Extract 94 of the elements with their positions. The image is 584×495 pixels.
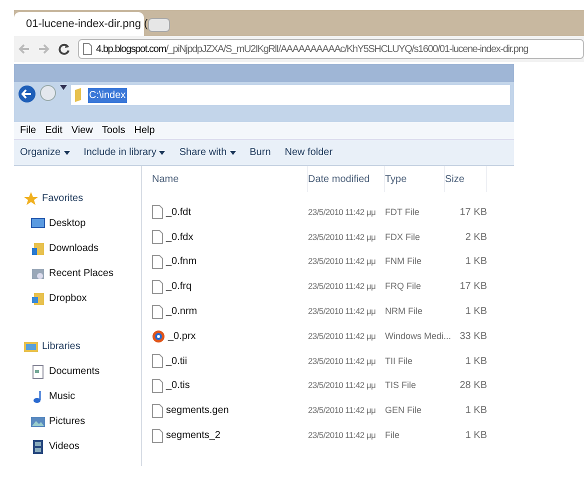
reload-icon[interactable] xyxy=(58,43,70,55)
file-name[interactable]: _0.prx xyxy=(168,328,196,344)
file-size: 1 KB xyxy=(465,255,487,270)
address-text: C:\index xyxy=(88,88,127,102)
column-header[interactable]: Type xyxy=(385,172,407,186)
file-icon xyxy=(152,378,163,393)
file-name[interactable]: _0.frq xyxy=(166,279,192,294)
file-size: 2 KB xyxy=(465,230,487,245)
url-field[interactable]: 4.bp.blogspot.com/_piNjpdpJZXA/S_mU2IKgRlI/AAAAAAAAAAc/KhY5SHCLUYQ/s1600/01-lucene-index-dir.png xyxy=(78,39,584,59)
file-size: 1 KB xyxy=(465,354,487,369)
caret-icon[interactable] xyxy=(60,85,67,90)
date-modified: 23/5/2010 11:42 μμ xyxy=(308,380,376,390)
file-type: File xyxy=(385,430,400,440)
file-icon xyxy=(152,404,163,418)
file-size: 28 KB xyxy=(460,379,487,394)
date-modified: 23/5/2010 11:42 μμ xyxy=(308,405,376,416)
videos-icon xyxy=(31,440,45,454)
sidebar-item[interactable]: Music xyxy=(49,389,76,404)
file-type: FDX File xyxy=(385,232,420,242)
sidebar-item[interactable]: Dropbox xyxy=(49,291,87,306)
file-size: 1 KB xyxy=(465,305,487,320)
sidebar-group[interactable]: Libraries xyxy=(42,339,80,354)
sidebar-item[interactable]: Documents xyxy=(49,364,100,379)
file-icon xyxy=(152,428,163,443)
file-icon xyxy=(152,254,163,269)
toolbar-button[interactable]: Share with xyxy=(179,145,236,160)
new-tab-button[interactable] xyxy=(148,18,170,32)
date-modified: 23/5/2010 11:42 μμ xyxy=(308,356,376,366)
file-type: GEN File xyxy=(385,405,422,416)
forward-arrow-icon[interactable] xyxy=(38,43,50,55)
file-name[interactable]: segments_2 xyxy=(166,428,220,444)
file-name[interactable]: _0.nrm xyxy=(166,304,198,320)
menu-item[interactable]: File xyxy=(20,123,36,138)
pictures-icon xyxy=(31,414,45,428)
sidebar-item[interactable]: Desktop xyxy=(49,216,86,231)
desktop-icon xyxy=(31,216,45,230)
date-modified: 23/5/2010 11:42 μμ xyxy=(308,306,376,316)
file-type: FDT File xyxy=(385,206,420,217)
address-field[interactable]: C:\index xyxy=(71,85,510,105)
file-size: 1 KB xyxy=(465,429,487,444)
sidebar-group[interactable]: Favorites xyxy=(42,191,84,206)
column-header[interactable]: Name xyxy=(152,172,179,186)
menu-item[interactable]: Edit xyxy=(45,123,62,138)
file-size: 33 KB xyxy=(460,330,487,344)
star-icon xyxy=(24,192,38,206)
date-modified: 23/5/2010 11:42 μμ xyxy=(308,256,376,266)
toolbar-button[interactable]: Burn xyxy=(250,145,271,160)
date-modified: 23/5/2010 11:42 μμ xyxy=(308,430,376,440)
libraries-icon xyxy=(24,340,38,354)
file-type: TIS File xyxy=(385,380,416,390)
menu-item[interactable]: Tools xyxy=(102,123,126,138)
file-icon xyxy=(152,354,163,368)
sidebar-item[interactable]: Videos xyxy=(49,439,80,454)
file-name[interactable]: _0.tis xyxy=(166,378,190,394)
date-modified: 23/5/2010 11:42 μμ xyxy=(308,330,376,341)
file-name[interactable]: _0.fdx xyxy=(166,230,194,245)
sidebar-item[interactable]: Pictures xyxy=(49,414,86,429)
toolbar-button[interactable]: Organize xyxy=(20,145,70,160)
file-type: FNM File xyxy=(385,256,422,266)
menu-item[interactable]: Help xyxy=(134,123,155,138)
file-icon xyxy=(152,205,163,220)
page-icon xyxy=(83,43,92,55)
file-type: FRQ File xyxy=(385,281,421,292)
documents-icon xyxy=(31,364,45,378)
file-name[interactable]: _0.tii xyxy=(166,354,188,369)
menu-item[interactable]: View xyxy=(71,123,93,138)
date-modified: 23/5/2010 11:42 μμ xyxy=(308,281,376,292)
date-modified: 23/5/2010 11:42 μμ xyxy=(308,232,376,242)
file-type: TII File xyxy=(385,356,413,366)
sidebar-item[interactable]: Downloads xyxy=(49,241,98,256)
sidebar-item[interactable]: Recent Places xyxy=(49,266,114,281)
url-text: 4.bp.blogspot.com/_piNjpdpJZXA/S_mU2IKgRlI/AAAAAAAAAAc/KhY5SHCLUYQ/s1600/01-lucene-index-dir.png xyxy=(96,42,528,56)
media-player-icon xyxy=(152,330,165,343)
file-icon xyxy=(152,304,163,319)
file-name[interactable]: _0.fdt xyxy=(166,204,192,220)
downloads-icon xyxy=(31,242,45,256)
folder-icon xyxy=(75,88,84,102)
file-size: 17 KB xyxy=(460,280,487,294)
column-header[interactable]: Date modified xyxy=(308,172,370,186)
file-name[interactable]: _0.fnm xyxy=(166,254,197,270)
file-icon xyxy=(152,230,163,244)
file-icon xyxy=(152,280,163,294)
caret-icon xyxy=(159,150,166,154)
file-name[interactable]: segments.gen xyxy=(166,403,229,418)
toolbar-button[interactable]: New folder xyxy=(284,145,333,160)
file-type: Windows Medi... xyxy=(385,330,452,341)
column-header[interactable]: Size xyxy=(445,172,464,186)
caret-icon xyxy=(230,150,236,154)
file-size: 17 KB xyxy=(460,206,487,220)
toolbar-button[interactable]: Include in library xyxy=(84,145,166,160)
file-type: NRM File xyxy=(385,306,422,316)
file-size: 1 KB xyxy=(465,404,487,418)
caret-icon xyxy=(64,150,70,154)
date-modified: 23/5/2010 11:42 μμ xyxy=(308,206,376,217)
